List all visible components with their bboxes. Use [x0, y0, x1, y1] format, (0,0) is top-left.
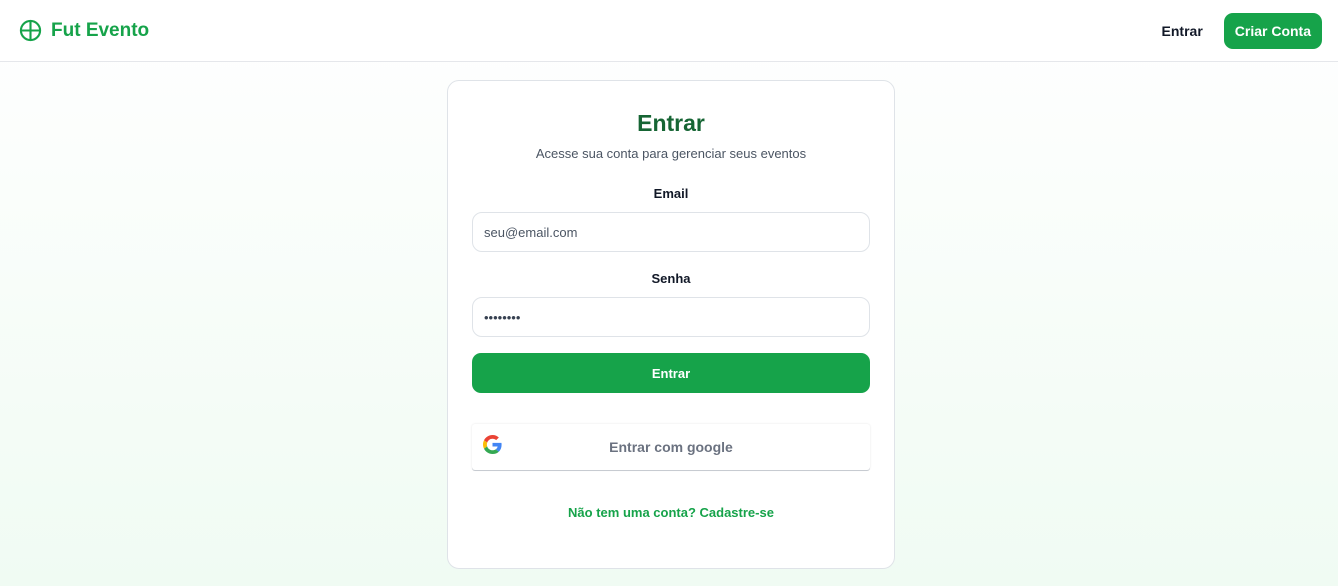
create-account-button[interactable]: Criar Conta [1223, 12, 1322, 49]
brand-name: Fut Evento [51, 19, 150, 41]
login-subtitle: Acesse sua conta para gerenciar seus eve… [535, 146, 807, 161]
password-label: Senha [651, 271, 691, 286]
login-submit-button[interactable]: Entrar [472, 353, 870, 393]
login-card: Entrar Acesse sua conta para gerenciar s… [447, 80, 895, 569]
password-field[interactable] [472, 297, 870, 337]
google-icon [483, 435, 502, 454]
brand[interactable]: Fut Evento [19, 19, 149, 42]
login-nav-link[interactable]: Entrar [1162, 23, 1203, 39]
header-nav: Entrar Criar Conta [1162, 12, 1322, 49]
app-header: Fut Evento Entrar Criar Conta [0, 0, 1338, 62]
globe-icon [19, 19, 42, 42]
google-login-button[interactable]: Entrar com google [472, 424, 870, 470]
signup-link[interactable]: Não tem uma conta? Cadastre-se [472, 505, 870, 520]
google-login-label: Entrar com google [609, 439, 733, 455]
email-label: Email [653, 186, 689, 201]
login-title: Entrar [637, 110, 705, 136]
email-field[interactable] [472, 212, 870, 252]
